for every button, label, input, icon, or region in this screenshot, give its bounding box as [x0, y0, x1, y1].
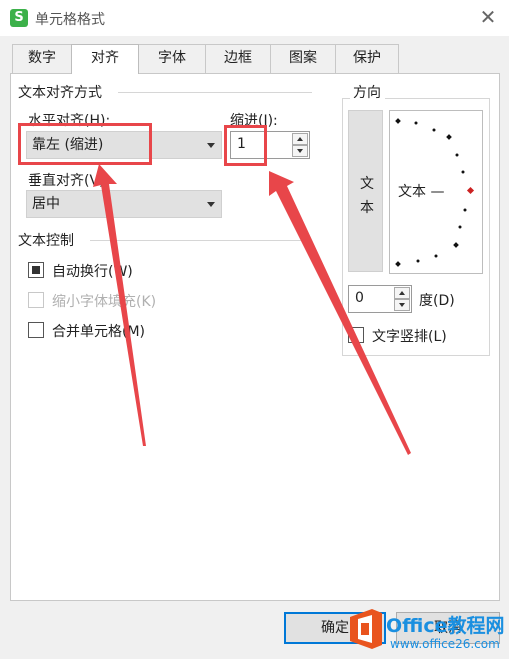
degree-label: 度(D): [419, 293, 455, 309]
close-icon[interactable]: ✕: [478, 7, 498, 27]
dial-tick: [432, 128, 436, 132]
text-alignment-group-label: 文本对齐方式: [18, 82, 106, 102]
degree-decrement-button[interactable]: [394, 299, 410, 311]
dial-marker-minus90: [395, 261, 401, 267]
wrap-text-option[interactable]: 自动换行(W): [28, 260, 228, 280]
degree-increment-button[interactable]: [394, 287, 410, 299]
tab-number[interactable]: 数字: [12, 44, 72, 73]
dial-text: 文本 —: [398, 184, 445, 200]
title-bar: S 单元格格式 ✕: [0, 0, 509, 36]
indent-increment-button[interactable]: [292, 133, 308, 145]
wrap-text-label: 自动换行(W): [52, 264, 133, 280]
vertical-layout-label: 文字竖排(L): [372, 329, 447, 345]
tab-pattern[interactable]: 图案: [270, 44, 336, 73]
orientation-group-label: 方向: [350, 82, 385, 102]
vertical-text-char: 本: [360, 200, 374, 216]
dialog-title: 单元格格式: [35, 12, 105, 28]
dial-tick: [458, 225, 462, 229]
arrow-down-icon: [297, 149, 303, 153]
dial-tick: [434, 254, 438, 258]
dial-indicator: [466, 186, 475, 195]
wrap-text-checkbox[interactable]: [28, 262, 44, 278]
dial-tick: [463, 208, 467, 212]
tab-alignment[interactable]: 对齐: [71, 44, 139, 74]
vertical-text-char: 文: [360, 176, 374, 192]
wps-spreadsheet-icon: S: [10, 9, 28, 27]
chevron-down-icon: [207, 202, 215, 207]
vertical-layout-option[interactable]: 文字竖排(L): [348, 325, 488, 345]
dial-tick: [414, 121, 418, 125]
watermark-url: www.office26.com: [390, 637, 500, 651]
dial-tick: [416, 259, 420, 263]
merge-cells-checkbox[interactable]: [28, 322, 44, 338]
dial-tick: [461, 170, 465, 174]
dial-marker-90: [395, 118, 401, 124]
shrink-to-fit-label: 缩小字体填充(K): [52, 294, 157, 310]
group-divider: [118, 92, 312, 93]
dial-tick: [455, 153, 459, 157]
watermark: Office教程网 www.office26.com: [346, 607, 509, 659]
orientation-dial[interactable]: 文本 —: [389, 110, 483, 274]
dial-marker-45: [446, 134, 452, 140]
tab-border[interactable]: 边框: [205, 44, 271, 73]
merge-cells-option[interactable]: 合并单元格(M): [28, 320, 228, 340]
shrink-to-fit-option: 缩小字体填充(K): [28, 290, 228, 310]
arrow-up-icon: [297, 137, 303, 141]
vertical-layout-checkbox[interactable]: [348, 327, 364, 343]
dial-marker-minus45: [453, 242, 459, 248]
degree-value: 0: [355, 290, 364, 306]
arrow-down-icon: [399, 303, 405, 307]
vertical-align-select[interactable]: 居中: [26, 190, 222, 218]
office-logo-icon: [350, 609, 382, 649]
tab-font[interactable]: 字体: [138, 44, 206, 73]
merge-cells-label: 合并单元格(M): [52, 324, 146, 340]
arrow-up-icon: [399, 291, 405, 295]
vertical-align-value: 居中: [32, 196, 60, 212]
vertical-text-button[interactable]: 文 本: [348, 110, 383, 272]
chevron-down-icon: [207, 143, 215, 148]
degree-stepper[interactable]: 0: [348, 285, 412, 313]
text-control-group-label: 文本控制: [18, 230, 78, 250]
shrink-to-fit-checkbox: [28, 292, 44, 308]
watermark-title: Office教程网: [386, 615, 505, 637]
group-divider: [90, 240, 312, 241]
indent-decrement-button[interactable]: [292, 145, 308, 157]
vertical-align-label: 垂直对齐(V):: [28, 173, 110, 189]
highlight-box-indent: [224, 125, 267, 166]
highlight-box-horizontal-align: [18, 123, 152, 165]
tab-protection[interactable]: 保护: [335, 44, 399, 73]
